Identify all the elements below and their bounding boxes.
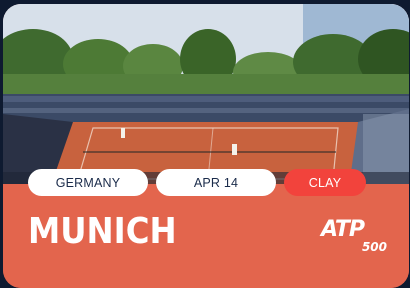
atp-500-logo: ATP 500	[319, 217, 389, 261]
logo-brand: ATP	[321, 217, 365, 242]
date-tag: APR 14	[156, 169, 276, 196]
country-tag: GERMANY	[28, 169, 148, 196]
tag-row: GERMANY APR 14 CLAY	[28, 169, 366, 196]
logo-tier: 500	[361, 240, 387, 254]
tournament-photo	[3, 4, 409, 194]
surface-tag: CLAY	[284, 169, 366, 196]
tournament-card[interactable]: GERMANY APR 14 CLAY MUNICH ATP 500	[3, 4, 409, 288]
city-title: MUNICH	[28, 211, 177, 252]
